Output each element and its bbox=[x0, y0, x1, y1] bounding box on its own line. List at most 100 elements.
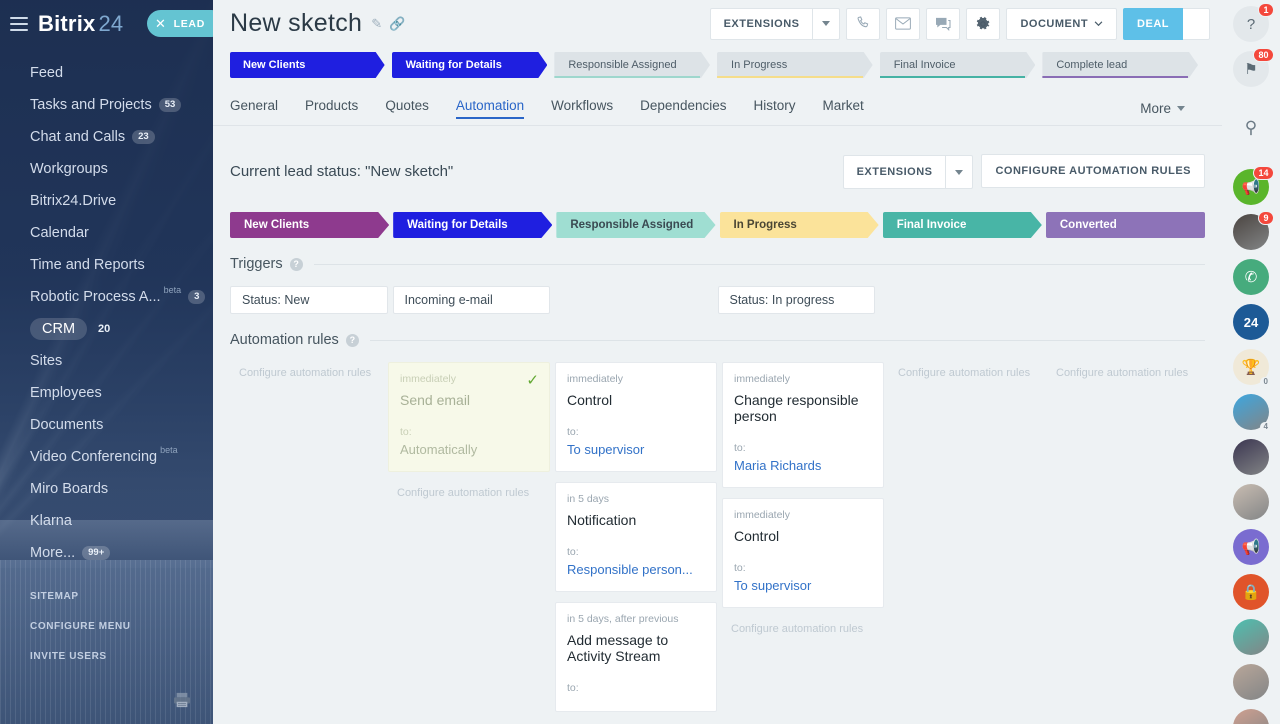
rule-to-value[interactable]: To supervisor bbox=[734, 578, 872, 593]
avatar-person-icon[interactable] bbox=[1233, 484, 1269, 520]
automation-stage-converted[interactable]: Converted bbox=[1046, 212, 1205, 238]
bitrix24-button[interactable]: 24 bbox=[1233, 304, 1269, 340]
tab-market[interactable]: Market bbox=[823, 98, 864, 119]
search-icon[interactable]: ⚲ bbox=[1233, 110, 1269, 146]
tab-workflows[interactable]: Workflows bbox=[551, 98, 613, 119]
extensions-button-2[interactable]: EXTENSIONS bbox=[843, 155, 947, 189]
extensions-caret-icon-2[interactable] bbox=[946, 155, 973, 189]
sidebar-item-video-conferencing[interactable]: Video Conferencingbeta bbox=[0, 441, 213, 473]
pipeline-stage-new-clients[interactable]: New Clients bbox=[230, 52, 385, 78]
trophy-number-one-button[interactable]: 🏆0 bbox=[1233, 349, 1269, 385]
rule-to-value[interactable]: Maria Richards bbox=[734, 458, 872, 473]
lock-orange-button[interactable]: 🔒 bbox=[1233, 574, 1269, 610]
tab-history[interactable]: History bbox=[753, 98, 795, 119]
attach-link-icon[interactable]: 🔗 bbox=[389, 16, 405, 32]
avatar-teal-icon[interactable] bbox=[1233, 619, 1269, 655]
rule-to-value[interactable]: Automatically bbox=[400, 442, 538, 457]
bitrix-logo[interactable]: Bitrix24 bbox=[38, 11, 123, 37]
gear-icon[interactable] bbox=[966, 8, 1000, 40]
chat-icon[interactable] bbox=[926, 8, 960, 40]
avatar-blue-scene-button[interactable]: 4 bbox=[1233, 394, 1269, 430]
megaphone-purple-icon[interactable]: 📢 bbox=[1233, 529, 1269, 565]
document-button[interactable]: DOCUMENT bbox=[1006, 8, 1117, 40]
avatar-partial-button[interactable] bbox=[1233, 709, 1269, 724]
printer-icon[interactable] bbox=[173, 692, 191, 708]
avatar-teal-button[interactable] bbox=[1233, 619, 1269, 655]
automation-stage-new-clients[interactable]: New Clients bbox=[230, 212, 389, 238]
sidebar-item-workgroups[interactable]: Workgroups bbox=[0, 153, 213, 185]
bitrix24-icon[interactable]: 24 bbox=[1233, 304, 1269, 340]
configure-automation-rules-placeholder[interactable]: Configure automation rules bbox=[388, 482, 550, 499]
automation-rule-card[interactable]: immediatelyChange responsible personto:M… bbox=[722, 362, 884, 488]
avatar-person-2-button[interactable] bbox=[1233, 664, 1269, 700]
sidebar-link-sitemap[interactable]: SITEMAP bbox=[30, 591, 213, 602]
sidebar-item-documents[interactable]: Documents bbox=[0, 409, 213, 441]
deal-button[interactable]: DEAL bbox=[1123, 8, 1183, 40]
avatar-sunset-icon[interactable] bbox=[1233, 439, 1269, 475]
configure-automation-rules-button[interactable]: CONFIGURE AUTOMATION RULES bbox=[981, 154, 1205, 188]
automation-rule-card[interactable]: in 5 days, after previousAdd message to … bbox=[555, 602, 717, 712]
extensions-button[interactable]: EXTENSIONS bbox=[710, 8, 814, 40]
rule-to-value[interactable]: Responsible person... bbox=[567, 562, 705, 577]
configure-automation-rules-placeholder[interactable]: Configure automation rules bbox=[722, 618, 884, 635]
configure-automation-rules-placeholder[interactable]: Configure automation rules bbox=[889, 362, 1042, 379]
help-button[interactable]: ?1 bbox=[1233, 6, 1269, 42]
configure-automation-rules-placeholder[interactable]: Configure automation rules bbox=[230, 362, 383, 379]
trigger-chip[interactable]: Status: In progress bbox=[718, 286, 876, 314]
rule-to-value[interactable]: To supervisor bbox=[567, 442, 705, 457]
automation-stage-in-progress[interactable]: In Progress bbox=[720, 212, 879, 238]
megaphone-green-button[interactable]: 📢14 bbox=[1233, 169, 1269, 205]
phone-green-icon[interactable]: ✆ bbox=[1233, 259, 1269, 295]
sidebar-item-klarna[interactable]: Klarna bbox=[0, 505, 213, 537]
sidebar-item-robotic-process-a[interactable]: Robotic Process A...beta3 bbox=[0, 281, 213, 313]
configure-automation-rules-placeholder[interactable]: Configure automation rules bbox=[1047, 362, 1200, 379]
trigger-chip[interactable]: Incoming e-mail bbox=[393, 286, 551, 314]
sidebar-item-more[interactable]: More...99+ bbox=[0, 537, 213, 569]
sidebar-item-calendar[interactable]: Calendar bbox=[0, 217, 213, 249]
automation-rule-card[interactable]: immediately✓Send emailto:Automatically bbox=[388, 362, 550, 472]
sidebar-link-invite-users[interactable]: INVITE USERS bbox=[30, 651, 213, 662]
sidebar-item-feed[interactable]: Feed bbox=[0, 57, 213, 89]
deal-caret-icon[interactable] bbox=[1183, 8, 1210, 40]
automation-stage-final-invoice[interactable]: Final Invoice bbox=[883, 212, 1042, 238]
sidebar-item-tasks-and-projects[interactable]: Tasks and Projects53 bbox=[0, 89, 213, 121]
avatar-partial-icon[interactable] bbox=[1233, 709, 1269, 724]
pipeline-stage-waiting-for-details[interactable]: Waiting for Details bbox=[392, 52, 548, 78]
sidebar-item-chat-and-calls[interactable]: Chat and Calls23 bbox=[0, 121, 213, 153]
lead-pill-badge[interactable]: ✕ LEAD bbox=[147, 10, 213, 37]
close-icon[interactable]: ✕ bbox=[155, 17, 167, 30]
menu-hamburger-icon[interactable] bbox=[10, 17, 28, 31]
tab-automation[interactable]: Automation bbox=[456, 98, 524, 119]
sidebar-item-bitrix24-drive[interactable]: Bitrix24.Drive bbox=[0, 185, 213, 217]
pipeline-stage-final-invoice[interactable]: Final Invoice bbox=[880, 52, 1036, 78]
search-button[interactable]: ⚲ bbox=[1233, 110, 1269, 146]
tab-dependencies[interactable]: Dependencies bbox=[640, 98, 726, 119]
sidebar-item-employees[interactable]: Employees bbox=[0, 377, 213, 409]
notifications-bell-button[interactable]: ⚑80 bbox=[1233, 51, 1269, 87]
sidebar-item-miro-boards[interactable]: Miro Boards bbox=[0, 473, 213, 505]
edit-pencil-icon[interactable]: ✎ bbox=[371, 16, 382, 32]
automation-rule-card[interactable]: immediatelyControlto:To supervisor bbox=[555, 362, 717, 472]
sidebar-item-time-and-reports[interactable]: Time and Reports bbox=[0, 249, 213, 281]
triggers-help-icon[interactable]: ? bbox=[290, 258, 303, 271]
tab-more[interactable]: More bbox=[1140, 101, 1185, 116]
trigger-chip[interactable]: Status: New bbox=[230, 286, 388, 314]
pipeline-stage-responsible-assigned[interactable]: Responsible Assigned bbox=[554, 52, 710, 78]
sidebar-link-configure-menu[interactable]: CONFIGURE MENU bbox=[30, 621, 213, 632]
tab-quotes[interactable]: Quotes bbox=[385, 98, 429, 119]
extensions-caret-icon[interactable] bbox=[813, 8, 840, 40]
megaphone-purple-button[interactable]: 📢 bbox=[1233, 529, 1269, 565]
avatar-person-button[interactable] bbox=[1233, 484, 1269, 520]
pipeline-stage-complete-lead[interactable]: Complete lead bbox=[1042, 52, 1198, 78]
automation-rule-card[interactable]: in 5 daysNotificationto:Responsible pers… bbox=[555, 482, 717, 592]
tab-general[interactable]: General bbox=[230, 98, 278, 119]
avatar-dark-button[interactable]: 9 bbox=[1233, 214, 1269, 250]
pipeline-stage-in-progress[interactable]: In Progress bbox=[717, 52, 873, 78]
automation-rule-card[interactable]: immediatelyControlto:To supervisor bbox=[722, 498, 884, 608]
avatar-sunset-button[interactable] bbox=[1233, 439, 1269, 475]
sidebar-item-crm[interactable]: CRM20 bbox=[0, 313, 213, 345]
automation-stage-waiting-for-details[interactable]: Waiting for Details bbox=[393, 212, 552, 238]
sidebar-item-sites[interactable]: Sites bbox=[0, 345, 213, 377]
automation-help-icon[interactable]: ? bbox=[346, 334, 359, 347]
phone-green-button[interactable]: ✆ bbox=[1233, 259, 1269, 295]
